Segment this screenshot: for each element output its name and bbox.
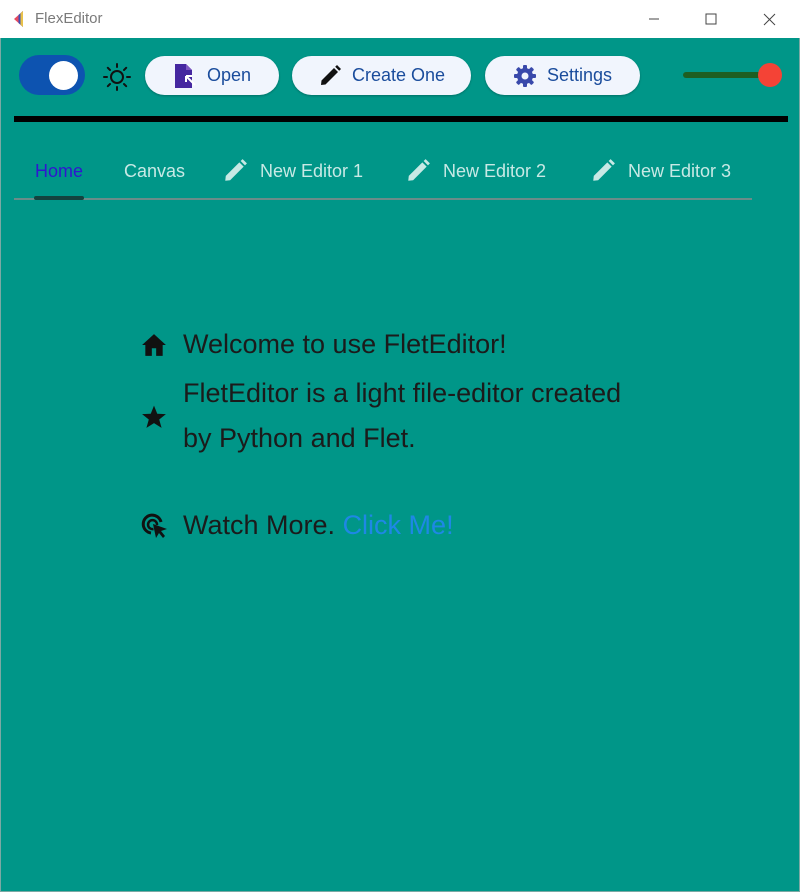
sun-icon[interactable] [102,62,132,92]
close-button[interactable] [740,0,798,38]
tab-label: Home [35,160,84,181]
maximize-button[interactable] [682,0,740,38]
switch-knob [49,61,78,90]
description-line-1: FletEditor is a light file-editor create… [183,378,622,408]
gear-icon [513,64,536,87]
pencil-icon [320,64,341,85]
watch-more-text: Watch More. Click Me! [183,503,454,548]
window-title: FlexEditor [35,10,103,27]
pencil-icon [593,159,615,181]
tab-new-editor-3[interactable]: New Editor 3 [590,156,731,186]
description-line-2: by Python and Flet. [183,423,416,453]
create-one-button-label: Create One [351,65,446,85]
tab-bar: Home Canvas New Editor 1 New Editor 2 Ne [14,142,752,200]
tab-new-editor-1[interactable]: New Editor 1 [222,156,363,186]
app-body: Open Create One Settings Home Canvas New… [0,38,800,892]
pencil-icon [225,159,247,181]
tab-label: New Editor 2 [443,160,547,181]
star-icon [142,405,166,428]
watch-more-label: Watch More. [183,510,336,540]
file-open-icon [174,63,196,88]
toolbar-divider [14,116,788,122]
minimize-button[interactable] [625,0,683,38]
theme-toggle-switch[interactable] [19,55,85,95]
pencil-icon [408,159,430,181]
click-me-link[interactable]: Click Me! [343,510,454,540]
maximize-icon [705,13,717,25]
app-logo-icon [14,11,23,27]
open-button-label: Open [206,65,252,85]
tab-label: New Editor 3 [628,160,732,181]
minimize-icon [649,18,659,20]
tab-label: Canvas [124,160,186,181]
tab-new-editor-2[interactable]: New Editor 2 [405,156,546,186]
close-icon [763,13,775,25]
settings-button-label: Settings [546,65,613,85]
settings-button[interactable]: Settings [485,56,640,95]
cursor-click-icon [141,513,167,538]
open-button[interactable]: Open [145,56,279,95]
selected-tab-indicator [34,196,84,200]
tab-label: New Editor 1 [260,160,364,181]
welcome-text: Welcome to use FletEditor! [183,329,507,359]
slider-thumb[interactable] [758,63,782,87]
tab-home[interactable]: Home [35,156,83,186]
home-icon [142,334,166,356]
slider-track[interactable] [683,72,769,78]
create-one-button[interactable]: Create One [292,56,471,95]
window-titlebar: FlexEditor [0,0,800,38]
tab-canvas[interactable]: Canvas [124,156,185,186]
